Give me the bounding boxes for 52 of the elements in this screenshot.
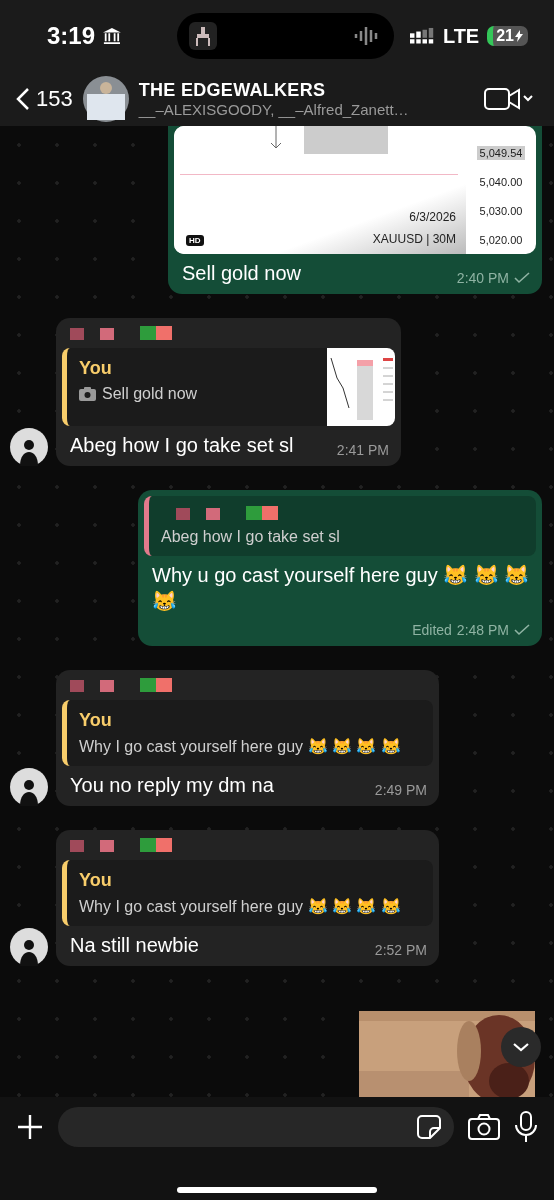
group-members: __–ALEXISGOODY, __–Alfred_Zanett… <box>138 101 410 118</box>
message-text: Abeg how I go take set sl <box>70 433 294 458</box>
message-text: You no reply my dm na <box>70 773 274 798</box>
check-icon <box>514 272 530 284</box>
signal-icon <box>409 27 435 45</box>
quote-text: Sell gold now <box>102 385 198 403</box>
bank-icon <box>103 27 121 45</box>
quoted-message[interactable]: You Sell gold now <box>62 348 395 426</box>
avatar <box>10 428 48 466</box>
add-button[interactable] <box>16 1113 44 1141</box>
edited-label: Edited <box>412 622 452 638</box>
quote-text: Why I go cast yourself here guy 😹 😹 😹 😹 <box>79 897 401 916</box>
battery-indicator: 21 <box>487 26 528 46</box>
chart-date: 6/3/2026 <box>409 210 456 224</box>
price-label: 5,040.00 <box>478 174 524 189</box>
quote-author: You <box>79 870 113 891</box>
price-label: 5,049.54 <box>476 145 526 160</box>
price-label: 5,030.00 <box>478 203 524 218</box>
chevron-left-icon <box>16 87 30 111</box>
message-time: 2:40 PM <box>456 270 509 286</box>
group-avatar[interactable] <box>82 76 129 122</box>
microphone-button[interactable] <box>514 1111 538 1143</box>
network-label: LTE <box>442 24 480 48</box>
app-activity-icon <box>188 22 217 50</box>
quote-text: Abeg how I go take set sl <box>161 528 340 546</box>
message-text: Sell gold now <box>182 261 301 286</box>
message-text: Why u go cast yourself here guy 😹 😹 😹 😹 <box>152 563 530 614</box>
back-button[interactable]: 153 <box>16 86 73 112</box>
status-time: 3:19 <box>47 22 96 50</box>
avatar <box>10 928 48 966</box>
quoted-message[interactable]: You Why I go cast yourself here guy 😹 😹 😹 😹 <box>62 860 433 926</box>
message-time: 2:48 PM <box>456 622 509 638</box>
chart-symbol: XAUUSD | 30M <box>372 232 456 246</box>
avatar <box>10 768 48 806</box>
hd-badge: HD <box>186 235 204 246</box>
message-text: Na still newbie <box>70 933 199 958</box>
quoted-message[interactable]: Abeg how I go take set sl <box>144 496 536 556</box>
quote-author: You <box>79 710 113 731</box>
price-label: 5,020.00 <box>478 232 524 247</box>
chevron-down-icon <box>512 1042 530 1052</box>
message-time: 2:49 PM <box>374 782 427 798</box>
camera-button[interactable] <box>468 1114 500 1140</box>
sticker-icon[interactable] <box>416 1114 442 1140</box>
check-icon <box>514 624 530 636</box>
message-time: 2:41 PM <box>336 442 389 458</box>
video-call-button[interactable] <box>484 86 536 112</box>
quoted-message[interactable]: You Why I go cast yourself here guy 😹 😹 😹 😹 <box>62 700 433 766</box>
message-input-field[interactable] <box>58 1107 454 1147</box>
quote-author: You <box>79 358 113 379</box>
group-title[interactable]: THE EDGEWALKERS <box>138 80 474 101</box>
message-time: 2:52 PM <box>374 942 427 958</box>
quote-text: Why I go cast yourself here guy 😹 😹 😹 😹 <box>79 737 401 756</box>
